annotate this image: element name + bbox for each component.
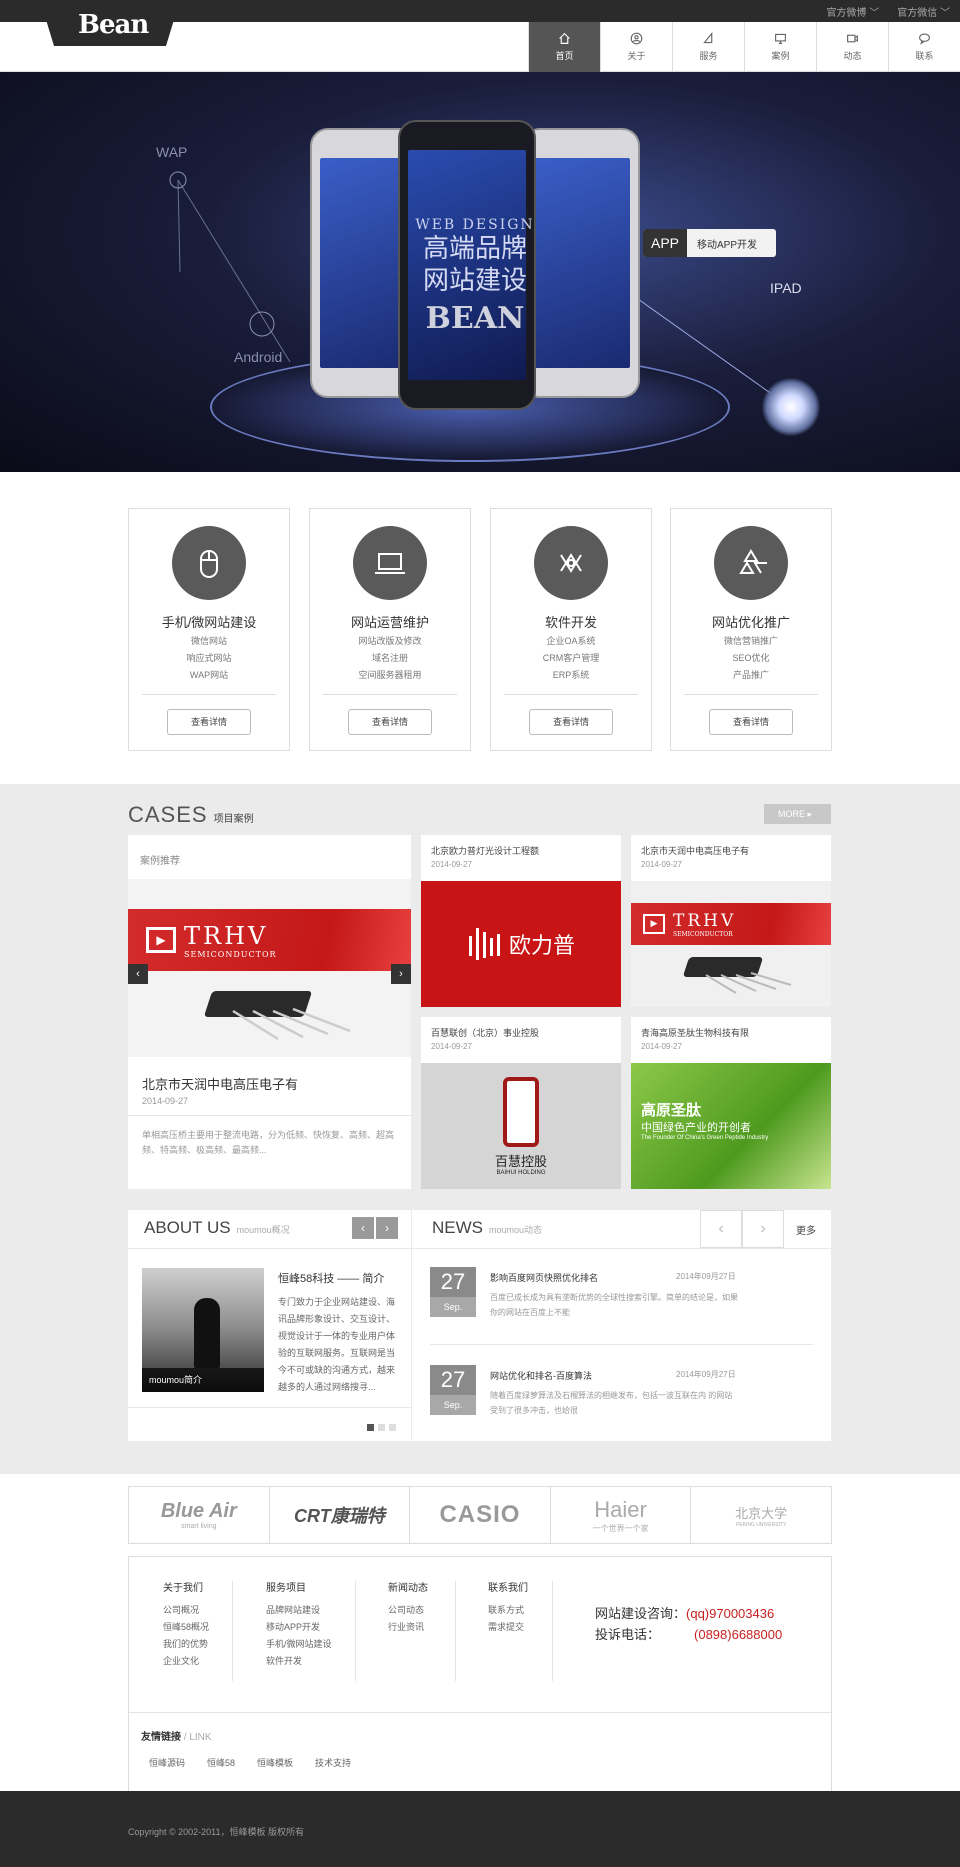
footer-contact: 网站建设咨询：(qq)970003436 投诉电话： (0898)6688000 — [595, 1606, 783, 1642]
about-image: moumou简介 — [142, 1268, 264, 1392]
news-date-badge: 27 Sep. — [430, 1267, 476, 1317]
weibo-link[interactable]: 官方微博 ﹀ — [826, 4, 879, 19]
friend-links-title: 友情链接 / LINK — [141, 1732, 212, 1743]
hero-banner[interactable]: WAP Android IPAD WEB DESIGN 高端品牌 网站建设 BE… — [0, 72, 960, 472]
cases-more-button[interactable]: MORE ▸ — [764, 804, 831, 824]
case-item[interactable]: 北京市天润中电高压电子有 2014-09-27 ▶ TRHV SEMICONDUC… — [631, 835, 831, 1007]
monitor-icon — [775, 33, 786, 44]
banner-headline: WEB DESIGN 高端品牌 网站建设 BEAN — [415, 217, 535, 336]
partner-crt[interactable]: CRT康瑞特 — [270, 1487, 411, 1543]
featured-prev-arrow[interactable]: ‹ — [128, 964, 148, 984]
case-item[interactable]: 北京欧力普灯光设计工程额 2014-09-27 欧力普 — [421, 835, 621, 1007]
friend-links: 恒峰源码 恒峰58 恒峰模板 技术支持 — [149, 1756, 351, 1769]
service-card-software: 软件开发 企业OA系统 CRM客户管理 ERP系统 查看详情 — [490, 508, 652, 751]
about-next-button[interactable]: › — [376, 1217, 398, 1239]
case-item[interactable]: 百慧联创（北京）事业控股 2014-09-27 百慧控股 BAIHUI HOLD… — [421, 1017, 621, 1189]
about-panel: ABOUT US moumou概况 ‹ › moumou简介 恒峰58科技 —— … — [128, 1210, 411, 1441]
service-detail-button[interactable]: 查看详情 — [529, 709, 613, 735]
about-prev-button[interactable]: ‹ — [352, 1217, 374, 1239]
news-next-button[interactable]: › — [742, 1210, 784, 1248]
news-date-badge: 27 Sep. — [430, 1365, 476, 1415]
logo[interactable]: Bean — [40, 0, 180, 46]
service-detail-button[interactable]: 查看详情 — [709, 709, 793, 735]
footer-col-news: 新闻动态 公司动态 行业资讯 — [388, 1583, 428, 1632]
news-more-link[interactable]: 更多 — [796, 1222, 816, 1237]
partner-casio[interactable]: CASIO — [410, 1487, 551, 1543]
mouse-icon — [200, 550, 218, 578]
partner-blueair[interactable]: Blue Air smart living — [129, 1487, 270, 1543]
wechat-link[interactable]: 官方微信 ﹀ — [897, 4, 950, 19]
video-icon — [847, 34, 858, 43]
friend-link[interactable]: 恒峰源码 — [149, 1756, 185, 1769]
app-tag[interactable]: APP 移动APP开发 — [643, 229, 776, 257]
news-title: NEWS moumou动态 — [432, 1218, 543, 1237]
cases-title: CASES 项目案例 — [128, 802, 254, 827]
nav-cases[interactable]: 案例 — [744, 22, 816, 72]
news-item[interactable]: 27 Sep. 网站优化和排名-百度算法 2014年09月27日 随着百度绿萝算法… — [430, 1365, 740, 1421]
featured-next-arrow[interactable]: › — [391, 964, 411, 984]
header: Bean 首页 关于 服务 案例 动态 联系 — [0, 0, 960, 72]
service-card-seo: 网站优化推广 微信营销推广 SEO优化 产品推广 查看详情 — [670, 508, 832, 751]
trhv-logo-small: ▶ TRHV SEMICONDUCTOR — [631, 881, 831, 1007]
send-icon — [703, 32, 713, 44]
news-panel: NEWS moumou动态 ‹ › 更多 27 Sep. 影响百度网页快照优化排名 … — [412, 1210, 831, 1441]
featured-case[interactable]: 案例推荐 ▶ TRHV SEMICONDUCTOR ‹ › 北京市天润中电高压电子… — [128, 835, 411, 1189]
service-card-maintenance: 网站运营维护 网站改版及修改 域名注册 空间服务器租用 查看详情 — [309, 508, 471, 751]
news-prev-button[interactable]: ‹ — [700, 1210, 742, 1248]
friend-link[interactable]: 恒峰模板 — [257, 1756, 293, 1769]
user-icon — [630, 32, 643, 45]
footer-col-services: 服务项目 品牌网站建设 移动APP开发 手机/微网站建设 软件开发 — [266, 1583, 332, 1666]
featured-case-image: ▶ TRHV SEMICONDUCTOR — [128, 879, 411, 1057]
laptop-icon — [375, 553, 405, 574]
glow-orb — [762, 378, 820, 436]
footer-col-contact: 联系我们 联系方式 需求提交 — [488, 1583, 528, 1632]
oulipu-logo: 欧力普 — [421, 881, 621, 1007]
nav-services[interactable]: 服务 — [672, 22, 744, 72]
friend-link[interactable]: 技术支持 — [315, 1756, 351, 1769]
service-detail-button[interactable]: 查看详情 — [348, 709, 432, 735]
service-detail-button[interactable]: 查看详情 — [167, 709, 251, 735]
nav-news[interactable]: 动态 — [816, 22, 888, 72]
service-card-mobile: 手机/微网站建设 微信网站 响应式网站 WAP网站 查看详情 — [128, 508, 290, 751]
home-icon — [559, 32, 570, 44]
about-pager — [367, 1424, 396, 1431]
partner-logos: Blue Air smart living CRT康瑞特 CASIO Haier 一… — [128, 1486, 832, 1544]
about-title: ABOUT US moumou概况 — [144, 1218, 290, 1237]
gaoyuan-logo: 高原圣肽 中国绿色产业的开创者 The Founder Of China's G… — [631, 1063, 831, 1189]
nav-home[interactable]: 首页 — [528, 22, 600, 72]
copyright-bar: Copyright © 2002-2011，恒峰模板 版权所有 — [0, 1791, 960, 1867]
friend-link[interactable]: 恒峰58 — [207, 1756, 235, 1769]
footer: 关于我们 公司概况 恒峰58概况 我们的优势 企业文化 服务项目 品牌网站建设 … — [128, 1556, 832, 1792]
partner-pku[interactable]: 北京大学 PEKING UNIVERSITY — [691, 1487, 831, 1543]
baihui-logo: 百慧控股 BAIHUI HOLDING — [421, 1063, 621, 1189]
main-nav: 首页 关于 服务 案例 动态 联系 — [528, 22, 960, 72]
case-item[interactable]: 青海高原圣肽生物科技有限 2014-09-27 高原圣肽 中国绿色产业的开创者 … — [631, 1017, 831, 1189]
chat-icon — [919, 33, 930, 45]
partner-haier[interactable]: Haier 一个世界一个家 — [551, 1487, 692, 1543]
nav-contact[interactable]: 联系 — [888, 22, 960, 72]
nav-about[interactable]: 关于 — [600, 22, 672, 72]
recycle-icon — [739, 549, 767, 574]
copyright: Copyright © 2002-2011，恒峰模板 版权所有 — [128, 1827, 305, 1837]
news-item[interactable]: 27 Sep. 影响百度网页快照优化排名 2014年09月27日 百度已成长成为具… — [430, 1267, 740, 1323]
code-icon — [560, 553, 582, 573]
footer-col-about: 关于我们 公司概况 恒峰58概况 我们的优势 企业文化 — [163, 1583, 210, 1666]
